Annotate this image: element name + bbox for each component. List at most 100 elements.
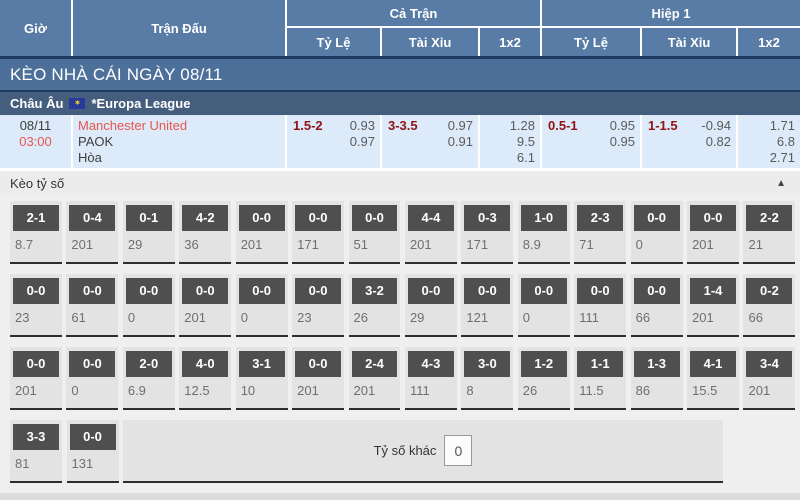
score-box[interactable]: 0-0: [521, 278, 567, 304]
score-odds-cell[interactable]: 1-386: [631, 347, 683, 410]
score-odds-cell[interactable]: 0-0201: [179, 274, 231, 337]
score-box[interactable]: 0-0: [182, 278, 228, 304]
score-box[interactable]: 0-0: [295, 205, 341, 231]
score-box[interactable]: 3-1: [239, 351, 285, 377]
score-odds-cell[interactable]: 0-00: [66, 347, 118, 410]
score-box[interactable]: 0-0: [295, 278, 341, 304]
away-team-name[interactable]: PAOK: [78, 134, 285, 150]
half-1x2-home-odd[interactable]: 1.71: [744, 118, 795, 134]
full-overunder-line[interactable]: 3-3.5: [388, 118, 418, 168]
full-handicap-odd-away[interactable]: 0.97: [323, 134, 375, 150]
score-box[interactable]: 4-3: [408, 351, 454, 377]
score-odds-cell[interactable]: 3-4201: [743, 347, 795, 410]
score-box[interactable]: 2-4: [352, 351, 398, 377]
score-odds-cell[interactable]: 0-266: [743, 274, 795, 337]
score-odds-cell[interactable]: 0-023: [292, 274, 344, 337]
score-box[interactable]: 0-0: [239, 205, 285, 231]
score-odds-cell[interactable]: 0-00: [236, 274, 288, 337]
home-team-name[interactable]: Manchester United: [78, 118, 285, 134]
score-box[interactable]: 0-0: [69, 278, 115, 304]
score-odds-cell[interactable]: 2-371: [574, 201, 626, 264]
score-odds-cell[interactable]: 0-0201: [292, 347, 344, 410]
score-odds-cell[interactable]: 0-0201: [236, 201, 288, 264]
score-odds-cell[interactable]: 0-129: [123, 201, 175, 264]
full-1x2-away-odd[interactable]: 9.5: [486, 134, 535, 150]
score-odds-cell[interactable]: 2-18.7: [10, 201, 62, 264]
score-odds-cell[interactable]: 0-029: [405, 274, 457, 337]
score-odds-cell[interactable]: 0-3171: [461, 201, 513, 264]
score-odds-cell[interactable]: 3-110: [236, 347, 288, 410]
score-odds-cell[interactable]: 0-0201: [10, 347, 62, 410]
score-odds-cell[interactable]: 2-221: [743, 201, 795, 264]
score-box[interactable]: 0-4: [69, 205, 115, 231]
score-box[interactable]: 0-0: [69, 351, 115, 377]
score-box[interactable]: 1-3: [634, 351, 680, 377]
score-box[interactable]: 0-0: [13, 351, 59, 377]
league-bar[interactable]: Châu Âu ✶ *Europa League: [0, 90, 800, 115]
half-under-odd[interactable]: 0.82: [678, 134, 731, 150]
score-box[interactable]: 2-2: [746, 205, 792, 231]
score-box[interactable]: 0-0: [577, 278, 623, 304]
score-odds-cell[interactable]: 0-0171: [292, 201, 344, 264]
score-odds-cell[interactable]: 2-4201: [349, 347, 401, 410]
score-odds-cell[interactable]: 1-111.5: [574, 347, 626, 410]
score-box[interactable]: 0-0: [352, 205, 398, 231]
score-odds-cell[interactable]: 0-00: [123, 274, 175, 337]
score-box[interactable]: 2-1: [13, 205, 59, 231]
score-box[interactable]: 4-1: [690, 351, 736, 377]
full-handicap-line[interactable]: 1.5-2: [293, 118, 323, 168]
score-odds-cell[interactable]: 0-0201: [687, 201, 739, 264]
score-box[interactable]: 0-0: [634, 278, 680, 304]
full-1x2-home-odd[interactable]: 1.28: [486, 118, 535, 134]
collapse-up-arrow-icon[interactable]: ▲: [776, 178, 786, 189]
score-box[interactable]: 0-0: [70, 424, 116, 450]
score-box[interactable]: 0-0: [239, 278, 285, 304]
score-odds-cell[interactable]: 3-226: [349, 274, 401, 337]
score-box[interactable]: 2-0: [126, 351, 172, 377]
score-odds-cell[interactable]: 0-4201: [66, 201, 118, 264]
score-odds-cell[interactable]: 0-00: [518, 274, 570, 337]
score-box[interactable]: 0-1: [126, 205, 172, 231]
score-box[interactable]: 3-3: [13, 424, 59, 450]
score-box[interactable]: 0-0: [634, 205, 680, 231]
score-box[interactable]: 0-0: [464, 278, 510, 304]
score-odds-cell[interactable]: 3-381: [10, 420, 62, 483]
score-box[interactable]: 0-0: [408, 278, 454, 304]
half-handicap-odd-home[interactable]: 0.95: [578, 118, 635, 134]
score-box[interactable]: 0-2: [746, 278, 792, 304]
score-odds-cell[interactable]: 1-08.9: [518, 201, 570, 264]
score-box[interactable]: 4-0: [182, 351, 228, 377]
score-odds-cell[interactable]: 0-0111: [574, 274, 626, 337]
score-box[interactable]: 0-3: [464, 205, 510, 231]
score-odds-cell[interactable]: 4-236: [179, 201, 231, 264]
score-odds-cell[interactable]: 0-061: [66, 274, 118, 337]
score-odds-cell[interactable]: 4-115.5: [687, 347, 739, 410]
full-over-odd[interactable]: 0.97: [418, 118, 473, 134]
score-box[interactable]: 3-0: [464, 351, 510, 377]
score-box[interactable]: 1-2: [521, 351, 567, 377]
score-box[interactable]: 3-2: [352, 278, 398, 304]
full-1x2-draw-odd[interactable]: 6.1: [486, 150, 535, 166]
score-box[interactable]: 4-4: [408, 205, 454, 231]
score-odds-cell[interactable]: 0-051: [349, 201, 401, 264]
score-box[interactable]: 0-0: [295, 351, 341, 377]
score-odds-cell[interactable]: 2-06.9: [123, 347, 175, 410]
score-odds-cell[interactable]: 4-4201: [405, 201, 457, 264]
full-under-odd[interactable]: 0.91: [418, 134, 473, 150]
score-odds-cell[interactable]: 0-066: [631, 274, 683, 337]
score-odds-cell[interactable]: 1-4201: [687, 274, 739, 337]
half-handicap-odd-away[interactable]: 0.95: [578, 134, 635, 150]
half-1x2-draw-odd[interactable]: 2.71: [744, 150, 795, 166]
score-box[interactable]: 4-2: [182, 205, 228, 231]
score-odds-cell[interactable]: 3-08: [461, 347, 513, 410]
score-odds-cell[interactable]: 0-0121: [461, 274, 513, 337]
score-odds-cell[interactable]: 4-012.5: [179, 347, 231, 410]
score-box[interactable]: 1-1: [577, 351, 623, 377]
score-box[interactable]: 2-3: [577, 205, 623, 231]
score-box[interactable]: 1-4: [690, 278, 736, 304]
score-box[interactable]: 0-0: [126, 278, 172, 304]
score-odds-cell[interactable]: 4-3111: [405, 347, 457, 410]
score-odds-cell[interactable]: 0-023: [10, 274, 62, 337]
score-odds-cell[interactable]: 0-00: [631, 201, 683, 264]
score-odds-cell[interactable]: 1-226: [518, 347, 570, 410]
